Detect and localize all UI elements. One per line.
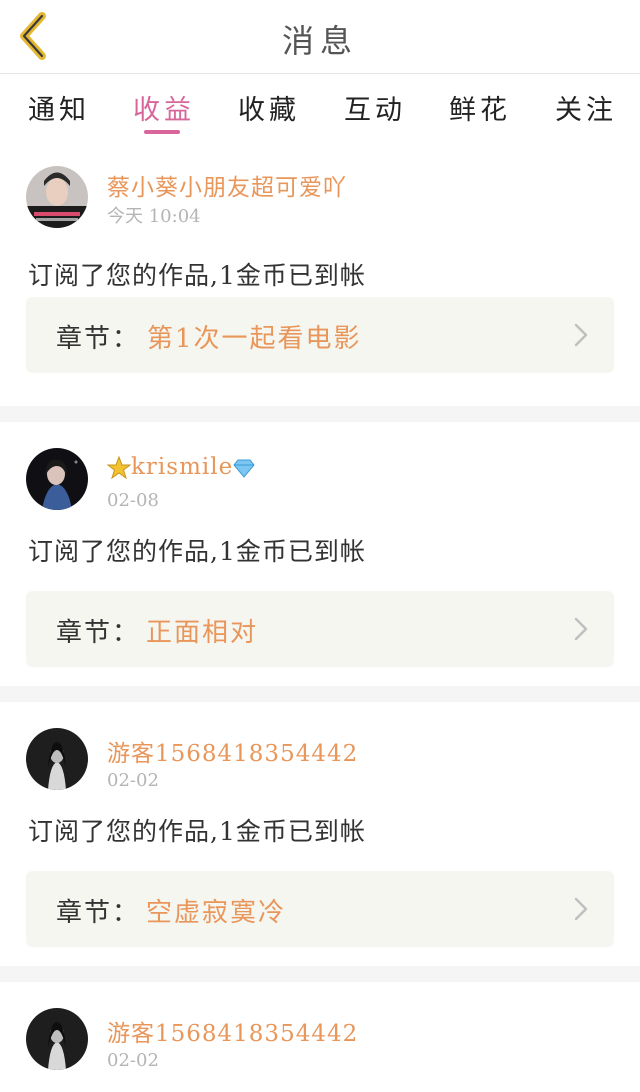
message-time: 02-02 — [107, 770, 159, 791]
message-item: krismile 02-08 订阅了您的作品,1金币已到帐 章节： 正面相对 — [0, 422, 640, 686]
chapter-link[interactable]: 章节： 第1次一起看电影 — [26, 297, 614, 373]
active-tab-indicator — [144, 130, 180, 134]
message-time: 今天 10:04 — [107, 206, 201, 227]
diamond-badge-icon — [233, 459, 255, 478]
chapter-label: 章节： — [56, 618, 141, 648]
avatar[interactable] — [26, 728, 88, 790]
tab-earnings[interactable]: 收益 — [133, 88, 195, 127]
chapter-title: 空虚寂寞冷 — [146, 898, 287, 928]
section-divider — [0, 966, 640, 982]
user-name-row[interactable]: krismile — [107, 454, 255, 480]
section-divider — [0, 406, 640, 422]
user-name: krismile — [131, 454, 234, 480]
chevron-right-icon — [574, 323, 588, 347]
chapter-link[interactable]: 章节： 空虚寂寞冷 — [26, 871, 614, 947]
section-divider — [0, 686, 640, 702]
message-time: 02-08 — [107, 490, 159, 511]
chapter-label: 章节： — [56, 898, 141, 928]
chevron-right-icon — [574, 617, 588, 641]
tab-notifications[interactable]: 通知 — [28, 88, 90, 127]
tab-flowers[interactable]: 鲜花 — [449, 88, 511, 127]
message-text: 订阅了您的作品,1金币已到帐 — [28, 817, 366, 846]
message-text: 订阅了您的作品,1金币已到帐 — [28, 261, 366, 290]
message-item: 游客1568418354442 02-02 — [0, 982, 640, 1092]
message-item: 蔡小葵小朋友超可爱吖 今天 10:04 订阅了您的作品,1金币已到帐 章节： 第… — [0, 146, 640, 410]
message-item: 游客1568418354442 02-02 订阅了您的作品,1金币已到帐 章节：… — [0, 702, 640, 966]
chapter-title: 正面相对 — [146, 618, 259, 648]
tab-favorites[interactable]: 收藏 — [238, 88, 300, 127]
message-time: 02-02 — [107, 1050, 159, 1071]
chevron-right-icon — [574, 897, 588, 921]
tab-bar: 通知 收益 收藏 互动 鲜花 关注 — [0, 74, 640, 146]
user-name[interactable]: 蔡小葵小朋友超可爱吖 — [107, 168, 347, 202]
user-name[interactable]: 游客1568418354442 — [107, 1014, 358, 1048]
chapter-label: 章节： — [56, 324, 141, 354]
user-name[interactable]: 游客1568418354442 — [107, 734, 358, 768]
avatar[interactable] — [26, 166, 88, 228]
top-bar: 消息 — [0, 0, 640, 74]
page-title: 消息 — [281, 22, 358, 60]
chapter-title: 第1次一起看电影 — [147, 324, 362, 354]
tab-interactions[interactable]: 互动 — [344, 88, 406, 127]
avatar[interactable] — [26, 448, 88, 510]
message-text: 订阅了您的作品,1金币已到帐 — [28, 537, 366, 566]
tab-following[interactable]: 关注 — [555, 88, 617, 127]
star-badge-icon — [107, 456, 131, 480]
avatar[interactable] — [26, 1008, 88, 1070]
chapter-link[interactable]: 章节： 正面相对 — [26, 591, 614, 667]
